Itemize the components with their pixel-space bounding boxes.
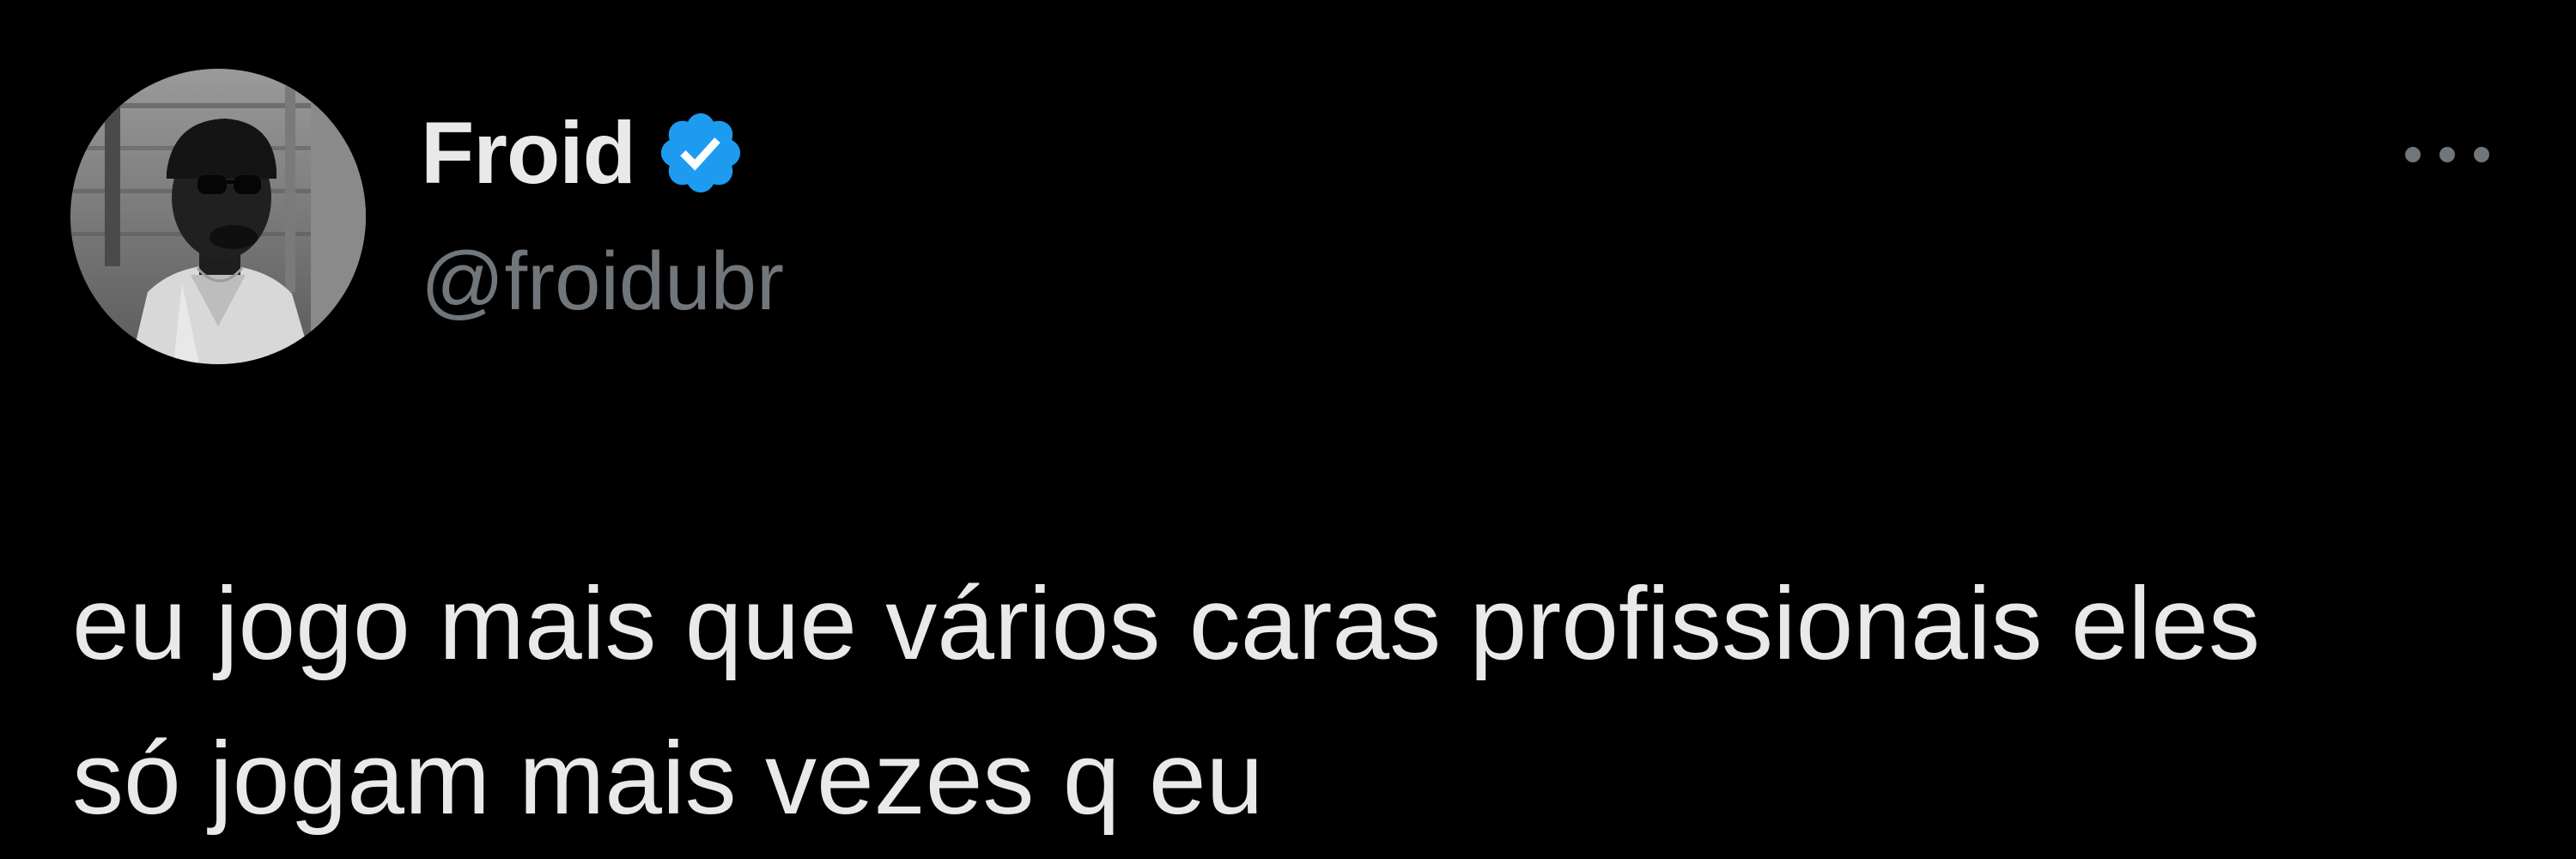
display-name[interactable]: Froid [421, 101, 636, 204]
tweet-card: Froid @froidubr eu jogo mais que vários … [0, 0, 2576, 859]
ellipsis-horizontal-icon [2405, 147, 2489, 162]
author-name-row: Froid [421, 101, 747, 204]
verified-badge-icon [654, 107, 747, 199]
avatar-photo [70, 69, 366, 364]
author-handle[interactable]: @froidubr [421, 230, 784, 333]
more-options-button[interactable] [2387, 120, 2507, 189]
avatar[interactable] [70, 69, 366, 364]
tweet-text: eu jogo mais que vários caras profission… [72, 566, 2260, 836]
